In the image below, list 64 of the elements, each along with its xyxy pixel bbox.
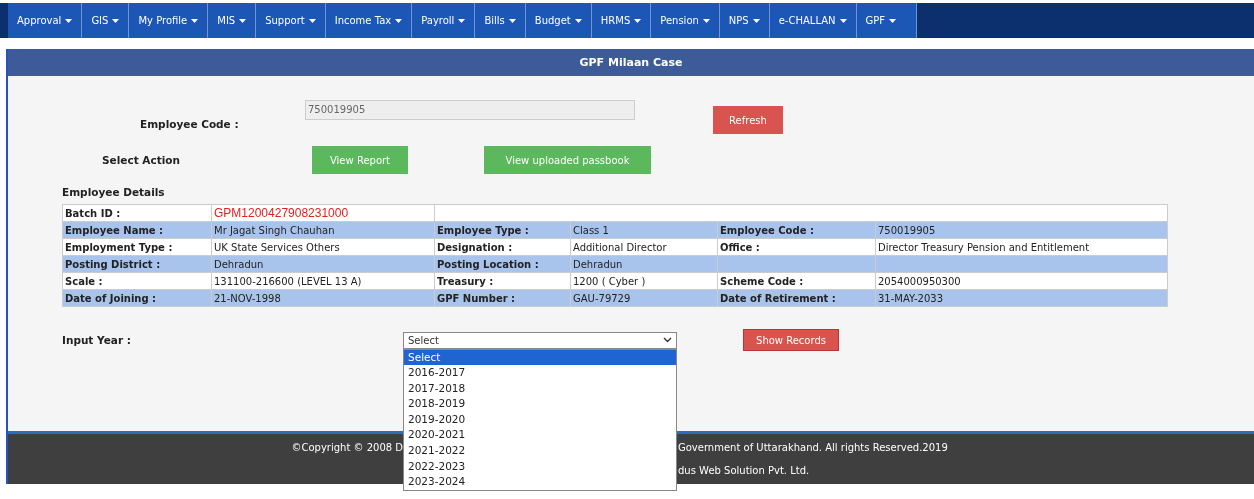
dropdown-option[interactable]: 2018-2019 [404,396,676,412]
menu-item[interactable]: GPF [856,3,918,38]
refresh-button[interactable]: Refresh [713,106,783,134]
dropdown-option[interactable]: 2021-2022 [404,443,676,459]
menu-item[interactable]: HRMS [591,3,652,38]
table-cell: Designation : [434,238,571,256]
table-cell: GPM1200427908231000 [211,204,435,222]
section-heading: Employee Details [62,186,166,198]
employee-code-field[interactable]: 750019905 [305,100,635,120]
table-cell: 1200 ( Cyber ) [570,272,718,290]
caret-icon [191,18,199,23]
caret-icon [752,18,760,23]
table-cell: Office : [717,238,876,256]
table-cell: Employment Type : [62,238,212,256]
menu-item[interactable]: e-CHALLAN [769,3,857,38]
caret-icon [65,18,73,23]
menu-item[interactable]: NPS [719,3,770,38]
table-cell: Treasury : [434,272,571,290]
menu-item[interactable]: My Profile [129,3,209,38]
chevron-icon [663,337,672,343]
menu-item[interactable]: Budget [525,3,592,38]
caret-icon [308,18,316,23]
dropdown-option[interactable]: 2020-2021 [404,427,676,444]
caret-icon [702,18,710,23]
dropdown-option[interactable]: 2016-2017 [404,365,676,381]
dropdown-option[interactable]: 2023-2024 [404,474,676,490]
dropdown-option[interactable]: Select [404,349,676,366]
caret-icon [112,18,120,23]
field-label: Select Action [102,154,181,166]
caret-icon [574,18,582,23]
caret-icon [458,18,466,23]
table-cell: Additional Director [570,238,718,256]
credit-text: dus Web Solution Pvt. Ltd. [678,465,810,476]
caret-icon [634,18,642,23]
caret-icon [839,18,847,23]
copyright-text: Government of Uttarakhand. All rights Reserved.2019 [678,442,948,453]
caret-icon [395,18,403,23]
dropdown-option[interactable]: 2017-2018 [404,380,676,397]
menu-item[interactable]: MIS [208,3,257,38]
dropdown-option[interactable]: 2019-2020 [404,411,676,428]
menu-item[interactable]: Payroll [412,3,476,38]
page-title: GPF Milaan Case [8,49,1254,76]
table-cell: Scheme Code : [717,272,876,290]
year-dropdown[interactable]: Select [403,331,677,349]
caret-icon [239,18,247,23]
field-label: Input Year : [62,334,132,346]
table-cell: Batch ID : [62,204,212,222]
copyright-text: ©Copyright © 2008 D [290,442,403,453]
menu-item[interactable]: Income Tax [325,3,413,38]
table-cell: 2054000950300 [875,272,1168,290]
show-records-button[interactable]: Show Records [743,329,839,351]
menu-item[interactable]: GIS [82,3,130,38]
menu-item[interactable]: Bills [475,3,526,38]
table-cell: UK State Services Others [211,238,435,256]
field-label: Employee Code : [140,118,240,130]
menu-item[interactable]: Approval [8,3,83,38]
menu-item[interactable]: Support [256,3,326,38]
table-cell: Scale : [62,272,212,290]
caret-icon [508,18,516,23]
caret-icon [889,18,897,23]
menu-item[interactable]: Pension [651,3,720,38]
table-cell: Director Treasury Pension and Entitlement [875,238,1168,256]
dropdown-option[interactable]: 2022-2023 [404,458,676,475]
table-cell: 131100-216600 (LEVEL 13 A) [211,272,435,290]
